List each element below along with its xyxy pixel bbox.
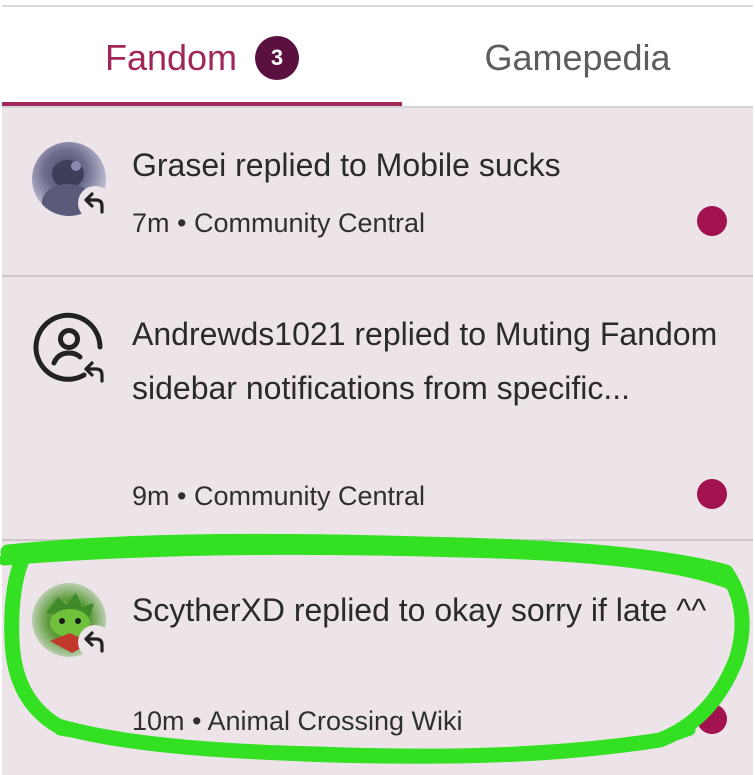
tab-fandom[interactable]: Fandom 3: [2, 8, 402, 108]
unread-dot: [697, 206, 727, 236]
notification-meta: 10m • Animal Crossing Wiki: [132, 706, 463, 736]
tab-gamepedia-label: Gamepedia: [484, 37, 671, 78]
top-divider: [2, 5, 753, 7]
unread-count-badge: 3: [255, 36, 300, 80]
notifications-panel: Fandom 3 Gamepedia Grasei replied to Mob…: [0, 0, 755, 775]
tab-fandom-label: Fandom: [104, 37, 238, 78]
reply-arrow-icon: [78, 355, 112, 389]
notification-item[interactable]: Grasei replied to Mobile sucks 7m • Comm…: [2, 108, 753, 277]
notification-list: Grasei replied to Mobile sucks 7m • Comm…: [2, 108, 753, 775]
notification-item[interactable]: Andrewds1021 replied to Muting Fandom si…: [2, 277, 753, 541]
notification-meta: 7m • Community Central: [132, 208, 426, 238]
notification-tabs: Fandom 3 Gamepedia: [0, 8, 755, 108]
reply-arrow-icon: [78, 186, 112, 220]
notification-title: Grasei replied to Mobile sucks: [132, 147, 561, 183]
notification-title: ScytherXD replied to okay sorry if late …: [132, 592, 707, 628]
unread-dot: [697, 704, 727, 734]
notification-title: Andrewds1021 replied to Muting Fandom si…: [132, 316, 718, 406]
unread-dot: [697, 479, 727, 509]
notification-meta: 9m • Community Central: [132, 481, 426, 511]
tab-gamepedia[interactable]: Gamepedia: [402, 8, 753, 108]
notification-item[interactable]: ScytherXD replied to okay sorry if late …: [2, 541, 753, 775]
reply-arrow-icon: [78, 625, 112, 659]
